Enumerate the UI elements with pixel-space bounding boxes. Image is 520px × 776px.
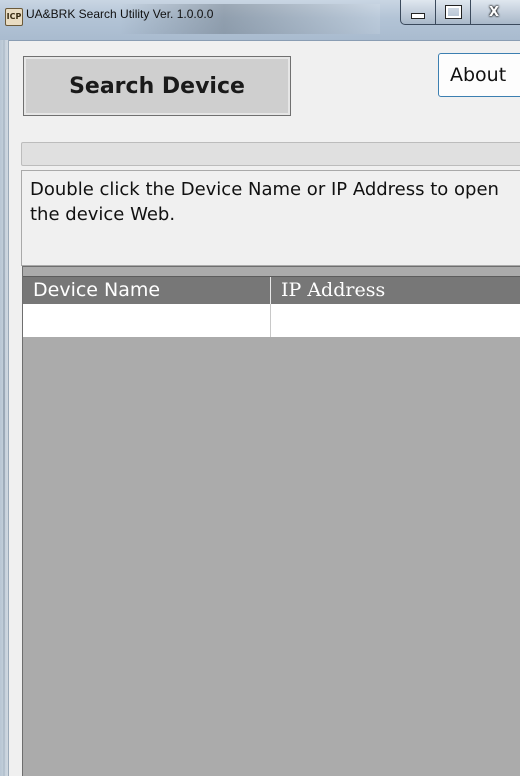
search-device-button[interactable]: Search Device — [23, 56, 291, 116]
cell-ip-address[interactable] — [271, 304, 520, 337]
maximize-icon — [444, 5, 462, 19]
column-header-ip-address[interactable]: IP Address — [271, 277, 520, 305]
caption-buttons: X — [400, 0, 520, 26]
device-grid[interactable]: Device Name IP Address — [22, 266, 520, 776]
instructions-text: Double click the Device Name or IP Addre… — [21, 170, 520, 266]
app-window: ICP UA&BRK Search Utility Ver. 1.0.0.0 X… — [0, 0, 520, 776]
search-progress-bar — [21, 142, 520, 166]
window-frame-left — [0, 40, 9, 776]
title-bar[interactable]: ICP UA&BRK Search Utility Ver. 1.0.0.0 X — [0, 0, 520, 41]
client-area: Search Device About Double click the Dev… — [9, 41, 520, 776]
about-button[interactable]: About — [438, 53, 520, 97]
close-icon: X — [488, 4, 500, 20]
grid-header: Device Name IP Address — [23, 276, 520, 305]
window-title: UA&BRK Search Utility Ver. 1.0.0.0 — [26, 7, 214, 21]
cell-device-name[interactable] — [23, 304, 271, 337]
minimize-icon — [411, 13, 425, 19]
app-icon[interactable]: ICP — [5, 8, 23, 26]
frame-shade — [3, 40, 5, 776]
minimize-button[interactable] — [400, 0, 436, 25]
column-header-device-name[interactable]: Device Name — [23, 277, 271, 305]
table-row[interactable] — [23, 304, 520, 337]
close-button[interactable]: X — [471, 0, 520, 25]
maximize-button[interactable] — [436, 0, 471, 25]
